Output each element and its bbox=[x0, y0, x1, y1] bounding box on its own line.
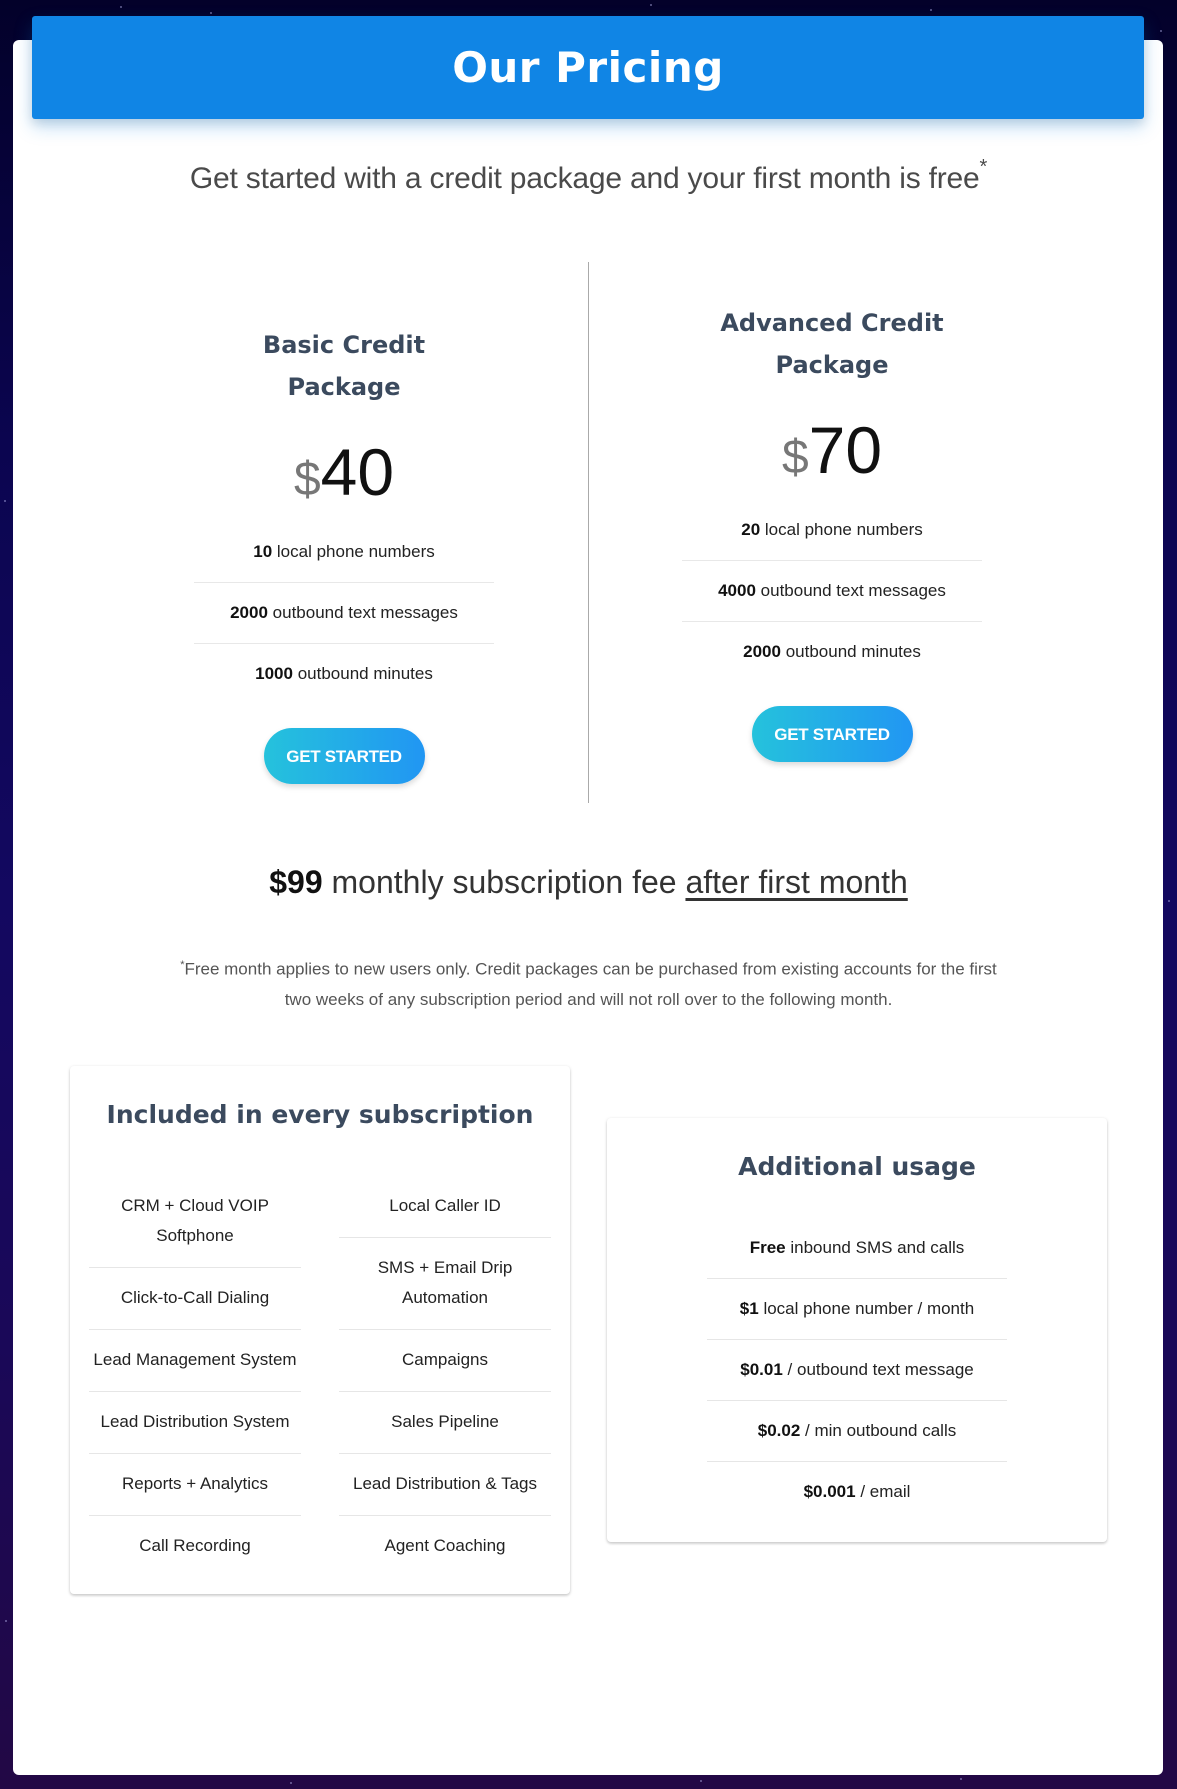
star bbox=[960, 1778, 962, 1780]
included-item: SMS + Email Drip Automation bbox=[339, 1238, 551, 1330]
star bbox=[650, 4, 652, 6]
package-advanced: Advanced Credit Package $70 20 local pho… bbox=[662, 302, 1002, 762]
subscription-text: monthly subscription fee bbox=[331, 864, 677, 900]
included-item: Lead Distribution & Tags bbox=[339, 1454, 551, 1516]
usage-value: $0.01 bbox=[740, 1360, 783, 1379]
additional-title: Additional usage bbox=[738, 1152, 976, 1181]
package-title: Basic Credit Package bbox=[262, 331, 426, 401]
usage-value: $1 bbox=[739, 1299, 759, 1318]
feature-label: local phone numbers bbox=[764, 520, 923, 539]
feature-value: 20 bbox=[741, 520, 761, 539]
currency-symbol: $ bbox=[781, 431, 809, 484]
feature-item: 2000 outbound text messages bbox=[194, 583, 494, 644]
usage-value: $0.001 bbox=[803, 1482, 856, 1501]
usage-item: $0.01 / outbound text message bbox=[707, 1340, 1007, 1401]
feature-label: outbound text messages bbox=[272, 603, 458, 622]
subscription-fee: $99 monthly subscription fee after first… bbox=[0, 864, 1177, 901]
included-item: CRM + Cloud VOIP Softphone bbox=[89, 1176, 301, 1268]
package-basic: Basic Credit Package $40 10 local phone … bbox=[174, 324, 514, 784]
subscription-price: $99 bbox=[269, 864, 323, 900]
feature-value: 2000 bbox=[230, 603, 268, 622]
price-amount: 70 bbox=[808, 413, 883, 487]
feature-item: 10 local phone numbers bbox=[194, 522, 494, 583]
usage-label: / email bbox=[860, 1482, 911, 1501]
usage-label: inbound SMS and calls bbox=[790, 1238, 965, 1257]
star bbox=[930, 9, 932, 11]
feature-item: 4000 outbound text messages bbox=[682, 561, 982, 622]
page-title: Our Pricing bbox=[452, 43, 724, 92]
included-list-right: Local Caller ID SMS + Email Drip Automat… bbox=[339, 1176, 551, 1577]
usage-item: $0.001 / email bbox=[707, 1462, 1007, 1522]
star bbox=[5, 1620, 7, 1622]
included-item: Reports + Analytics bbox=[89, 1454, 301, 1516]
star bbox=[120, 6, 122, 8]
feature-label: outbound minutes bbox=[785, 642, 921, 661]
subscription-emphasis: after first month bbox=[685, 864, 908, 900]
usage-item: Free inbound SMS and calls bbox=[707, 1218, 1007, 1279]
currency-symbol: $ bbox=[293, 453, 321, 506]
usage-item: $0.02 / min outbound calls bbox=[707, 1401, 1007, 1462]
included-item: Lead Distribution System bbox=[89, 1392, 301, 1454]
price-amount: 40 bbox=[320, 435, 395, 509]
feature-label: outbound minutes bbox=[297, 664, 433, 683]
pricing-subtitle: Get started with a credit package and yo… bbox=[0, 156, 1177, 196]
feature-value: 2000 bbox=[743, 642, 781, 661]
included-title: Included in every subscription bbox=[106, 1100, 534, 1129]
usage-label: local phone number / month bbox=[763, 1299, 975, 1318]
additional-usage-card: Additional usage Free inbound SMS and ca… bbox=[607, 1118, 1107, 1542]
pricing-header: Our Pricing bbox=[32, 16, 1144, 119]
included-features-card: Included in every subscription CRM + Clo… bbox=[70, 1066, 570, 1594]
feature-item: 20 local phone numbers bbox=[682, 500, 982, 561]
additional-usage-list: Free inbound SMS and calls $1 local phon… bbox=[707, 1218, 1007, 1522]
feature-label: local phone numbers bbox=[276, 542, 435, 561]
feature-value: 4000 bbox=[718, 581, 756, 600]
included-item: Lead Management System bbox=[89, 1330, 301, 1392]
included-item: Click-to-Call Dialing bbox=[89, 1268, 301, 1330]
usage-item: $1 local phone number / month bbox=[707, 1279, 1007, 1340]
subtitle-footnote-marker: * bbox=[979, 156, 988, 178]
get-started-advanced-button[interactable]: GET STARTED bbox=[751, 706, 913, 762]
feature-item: 1000 outbound minutes bbox=[194, 644, 494, 704]
star bbox=[290, 1782, 292, 1784]
included-item: Call Recording bbox=[139, 1536, 251, 1555]
package-title: Advanced Credit Package bbox=[720, 309, 944, 379]
included-item: Campaigns bbox=[339, 1330, 551, 1392]
usage-value: $0.02 bbox=[757, 1421, 801, 1440]
star bbox=[4, 500, 6, 502]
get-started-basic-button[interactable]: GET STARTED bbox=[263, 728, 425, 784]
included-list-left: CRM + Cloud VOIP Softphone Click-to-Call… bbox=[89, 1176, 301, 1577]
usage-value: Free bbox=[749, 1238, 786, 1257]
usage-label: / outbound text message bbox=[787, 1360, 974, 1379]
package-price: $40 bbox=[174, 432, 514, 512]
package-divider bbox=[588, 262, 589, 803]
package-features: 10 local phone numbers 2000 outbound tex… bbox=[194, 522, 494, 704]
package-price: $70 bbox=[662, 410, 1002, 490]
feature-item: 2000 outbound minutes bbox=[682, 622, 982, 682]
footnote: *Free month applies to new users only. C… bbox=[170, 950, 1007, 1015]
feature-value: 10 bbox=[253, 542, 273, 561]
included-item: Local Caller ID bbox=[339, 1176, 551, 1238]
included-item: Sales Pipeline bbox=[339, 1392, 551, 1454]
feature-label: outbound text messages bbox=[760, 581, 946, 600]
feature-value: 1000 bbox=[255, 664, 293, 683]
star bbox=[700, 1780, 702, 1782]
footnote-text: Free month applies to new users only. Cr… bbox=[184, 959, 997, 1009]
usage-label: / min outbound calls bbox=[805, 1421, 957, 1440]
star bbox=[210, 12, 212, 14]
star bbox=[1160, 30, 1162, 32]
subtitle-text: Get started with a credit package and yo… bbox=[189, 162, 980, 195]
included-item: Agent Coaching bbox=[384, 1536, 506, 1555]
package-features: 20 local phone numbers 4000 outbound tex… bbox=[682, 500, 982, 682]
